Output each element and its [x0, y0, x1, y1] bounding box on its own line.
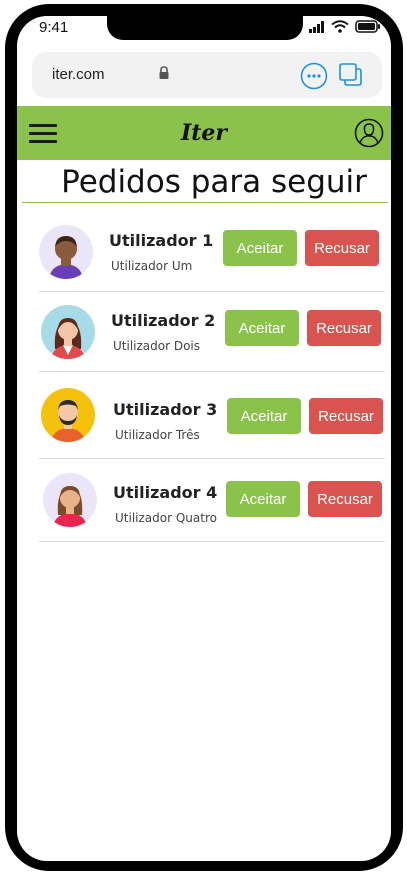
avatar: [41, 305, 95, 359]
user-name: Utilizador 1: [109, 231, 214, 250]
title-divider: [22, 202, 388, 203]
request-row: Utilizador 4 Utilizador Quatro Aceitar R…: [39, 461, 385, 542]
brand-logo[interactable]: Iter: [17, 120, 391, 146]
status-icons: [309, 20, 381, 33]
more-options-icon[interactable]: [300, 62, 328, 90]
refuse-button[interactable]: Recusar: [309, 398, 383, 434]
user-name: Utilizador 3: [113, 400, 218, 419]
request-row: Utilizador 3 Utilizador Três Aceitar Rec…: [39, 378, 385, 459]
notch: [107, 16, 303, 40]
accept-button[interactable]: Aceitar: [226, 481, 300, 517]
refuse-button[interactable]: Recusar: [305, 230, 379, 266]
tabs-icon[interactable]: [338, 62, 364, 88]
user-profile-icon[interactable]: [354, 118, 384, 148]
request-row: Utilizador 1 Utilizador Um Aceitar Recus…: [39, 211, 385, 292]
lock-icon: [159, 66, 169, 79]
battery-icon: [355, 20, 380, 33]
accept-button[interactable]: Aceitar: [223, 230, 297, 266]
wifi-icon: [331, 20, 349, 33]
request-row: Utilizador 2 Utilizador Dois Aceitar Rec…: [39, 291, 385, 372]
user-subtitle: Utilizador Três: [115, 428, 200, 442]
refuse-button[interactable]: Recusar: [307, 310, 381, 346]
screen: 9:41 iter.com Iter Pedidos para seguir U…: [17, 16, 391, 861]
page-title: Pedidos para seguir: [61, 164, 367, 200]
url-text: iter.com: [52, 66, 105, 83]
accept-button[interactable]: Aceitar: [225, 310, 299, 346]
address-bar[interactable]: iter.com: [32, 52, 382, 98]
avatar: [43, 473, 97, 527]
signal-icon: [309, 20, 324, 33]
user-subtitle: Utilizador Quatro: [115, 511, 217, 525]
user-name: Utilizador 4: [113, 483, 218, 502]
status-time: 9:41: [39, 19, 69, 36]
avatar: [39, 225, 93, 279]
user-subtitle: Utilizador Um: [111, 259, 193, 273]
phone-frame: 9:41 iter.com Iter Pedidos para seguir U…: [5, 4, 403, 871]
avatar: [41, 388, 95, 442]
user-subtitle: Utilizador Dois: [113, 339, 201, 353]
refuse-button[interactable]: Recusar: [308, 481, 382, 517]
top-navbar: Iter: [17, 106, 391, 160]
accept-button[interactable]: Aceitar: [227, 398, 301, 434]
user-name: Utilizador 2: [111, 311, 216, 330]
